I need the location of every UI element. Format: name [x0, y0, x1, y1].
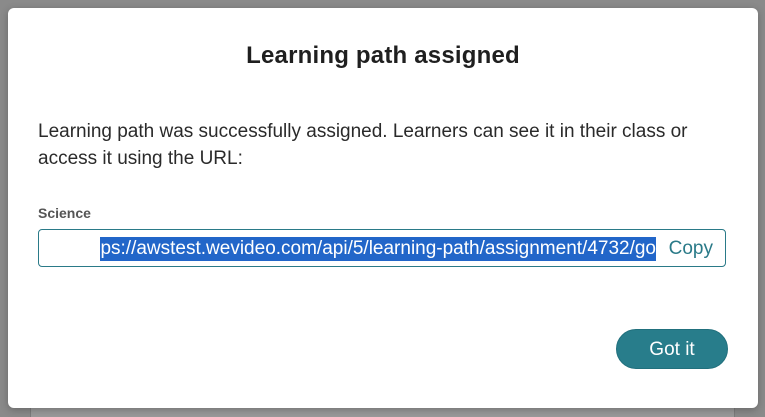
url-field-label: Science — [38, 205, 91, 221]
dialog-title: Learning path assigned — [246, 42, 520, 69]
assignment-dialog: Learning path assigned Learning path was… — [8, 8, 758, 408]
got-it-button[interactable]: Got it — [616, 329, 728, 369]
url-text-viewport[interactable]: ps://awstest.wevideo.com/api/5/learning-… — [45, 237, 656, 261]
assignment-url-text[interactable]: ps://awstest.wevideo.com/api/5/learning-… — [100, 237, 656, 261]
dialog-message: Learning path was successfully assigned.… — [38, 121, 688, 169]
assignment-url-field[interactable]: ps://awstest.wevideo.com/api/5/learning-… — [38, 229, 726, 267]
copy-button[interactable]: Copy — [662, 237, 713, 261]
